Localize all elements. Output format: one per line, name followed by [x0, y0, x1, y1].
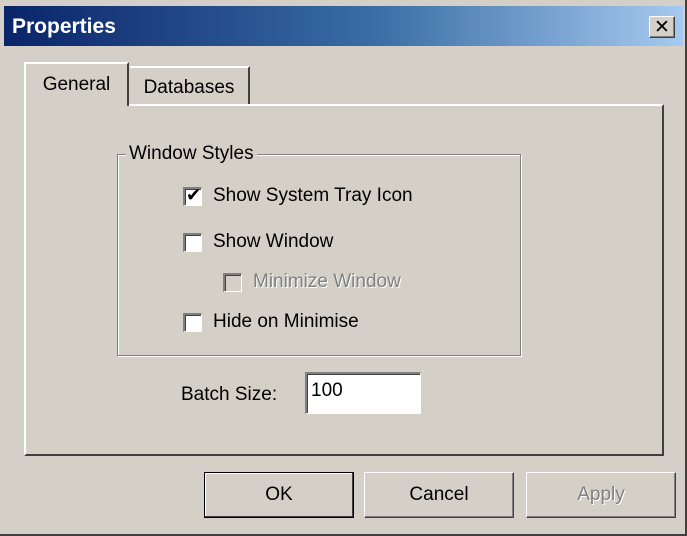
tab-general[interactable]: General [24, 62, 129, 106]
tab-general-label: General [42, 74, 111, 95]
minimize-window-checkbox [223, 272, 242, 292]
hide-on-minimise-checkbox[interactable] [183, 312, 202, 332]
close-icon: ✕ [654, 17, 670, 38]
close-button[interactable]: ✕ [649, 16, 675, 38]
batch-size-input[interactable]: 100 [305, 372, 421, 414]
ok-button[interactable]: OK [204, 472, 354, 518]
tab-databases[interactable]: Databases [130, 66, 250, 106]
window-styles-groupbox: Window Styles ✔ Show System Tray Icon Sh… [117, 143, 521, 356]
batch-size-label: Batch Size: [181, 384, 278, 405]
tab-databases-label: Databases [143, 77, 235, 98]
show-window-checkbox[interactable] [183, 232, 202, 252]
cancel-button[interactable]: Cancel [364, 472, 514, 518]
groupbox-title: Window Styles [126, 143, 257, 165]
show-system-tray-icon-label: Show System Tray Icon [213, 185, 413, 206]
show-system-tray-icon-option[interactable]: ✔ Show System Tray Icon [183, 185, 413, 207]
checkmark-icon: ✔ [186, 184, 202, 205]
minimize-window-option: Minimize Window [223, 271, 401, 293]
hide-on-minimise-option[interactable]: Hide on Minimise [183, 311, 359, 333]
minimize-window-label: Minimize Window [253, 271, 401, 292]
hide-on-minimise-label: Hide on Minimise [213, 311, 359, 332]
show-system-tray-icon-checkbox[interactable]: ✔ [183, 184, 202, 206]
window-title: Properties [12, 15, 116, 38]
show-window-label: Show Window [213, 231, 334, 252]
title-bar[interactable]: Properties ✕ [4, 6, 683, 46]
apply-button: Apply [526, 472, 676, 518]
general-tab-panel: Window Styles ✔ Show System Tray Icon Sh… [24, 104, 664, 456]
properties-dialog: Properties ✕ General Databases Window St… [0, 0, 687, 536]
show-window-option[interactable]: Show Window [183, 231, 333, 253]
